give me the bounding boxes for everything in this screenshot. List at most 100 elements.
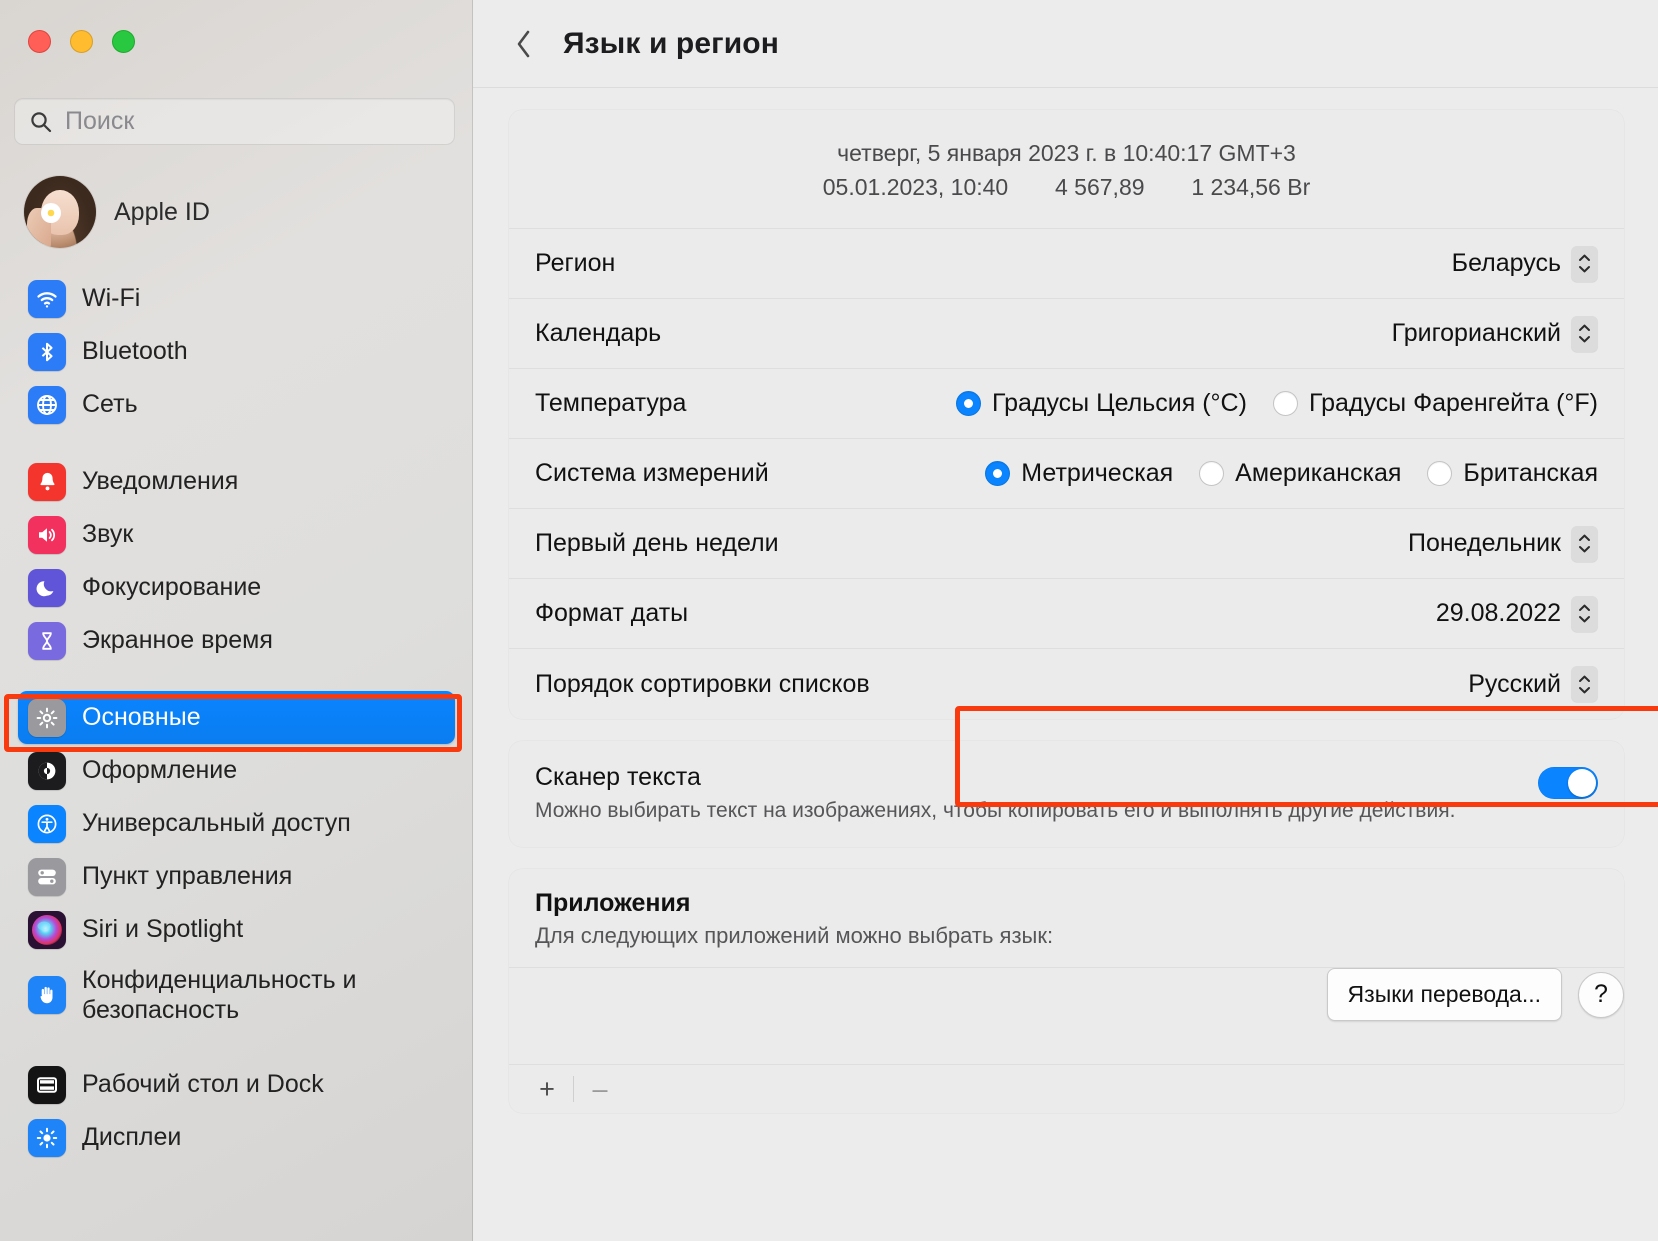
sidebar-item-control-center[interactable]: Пункт управления: [18, 850, 455, 903]
appearance-icon: [28, 751, 66, 790]
row-measurement-system: Система измерений Метрическая Американск…: [509, 439, 1624, 510]
sidebar-item-displays[interactable]: Дисплеи: [18, 1111, 455, 1164]
sidebar-item-label: Звук: [82, 520, 134, 549]
chevron-left-icon[interactable]: [507, 24, 541, 64]
search-icon: [29, 110, 53, 134]
sidebar-item-appearance[interactable]: Оформление: [18, 744, 455, 797]
radio-label: Градусы Цельсия (°C): [991, 389, 1247, 418]
radio-fahrenheit[interactable]: Градусы Фаренгейта (°F): [1272, 389, 1598, 418]
close-button[interactable]: [28, 30, 51, 53]
applications-header: Приложения Для следующих приложений можн…: [509, 869, 1624, 969]
sidebar-item-desktop-dock[interactable]: Рабочий стол и Dock: [18, 1058, 455, 1111]
radio-button[interactable]: [985, 461, 1011, 487]
sidebar-item-bluetooth[interactable]: Bluetooth: [18, 325, 455, 378]
wifi-icon: [28, 279, 66, 318]
radio-celsius[interactable]: Градусы Цельсия (°C): [955, 389, 1247, 418]
traffic-lights: [28, 30, 135, 53]
moon-icon: [28, 568, 66, 607]
content-area: четверг, 5 января 2023 г. в 10:40:17 GMT…: [473, 88, 1658, 1114]
radio-button[interactable]: [1272, 391, 1298, 417]
minimize-button[interactable]: [70, 30, 93, 53]
brightness-icon: [28, 1118, 66, 1157]
zoom-button[interactable]: [112, 30, 135, 53]
row-label: Регион: [535, 249, 616, 278]
sidebar-item-general[interactable]: Основные: [18, 691, 455, 744]
apple-id-row[interactable]: Apple ID: [18, 176, 448, 248]
sidebar-item-wifi[interactable]: Wi-Fi: [18, 272, 455, 325]
remove-application-button[interactable]: –: [580, 1069, 620, 1109]
radio-button[interactable]: [1427, 461, 1453, 487]
radio-label: Американская: [1235, 459, 1402, 488]
search-input[interactable]: [65, 107, 440, 136]
search-field[interactable]: [14, 98, 455, 145]
sidebar-item-label: Siri и Spotlight: [82, 915, 244, 944]
row-label: Первый день недели: [535, 529, 779, 558]
sidebar-item-label: Wi-Fi: [82, 284, 141, 313]
page-title: Язык и регион: [563, 26, 779, 60]
row-list-sort-order[interactable]: Порядок сортировки списков Русский: [509, 649, 1624, 719]
sidebar-item-network[interactable]: Сеть: [18, 378, 455, 431]
sidebar-item-accessibility[interactable]: Универсальный доступ: [18, 797, 455, 850]
temperature-radio-group: Градусы Цельсия (°C) Градусы Фаренгейта …: [955, 389, 1598, 418]
chevron-updown-icon[interactable]: [1571, 666, 1598, 703]
applications-title: Приложения: [535, 889, 691, 918]
siri-icon: [28, 910, 66, 949]
desktop-dock-icon: [28, 1065, 66, 1104]
row-label: Формат даты: [535, 599, 689, 628]
row-label: Порядок сортировки списков: [535, 669, 870, 698]
preview-currency: 1 234,56 Br: [1191, 174, 1311, 201]
row-value: Беларусь: [1451, 249, 1561, 278]
sidebar-item-label: Основные: [82, 703, 201, 732]
row-value: Русский: [1468, 669, 1561, 698]
row-value: Григорианский: [1391, 319, 1561, 348]
row-first-weekday[interactable]: Первый день недели Понедельник: [509, 509, 1624, 580]
chevron-updown-icon[interactable]: [1571, 595, 1598, 632]
chevron-updown-icon[interactable]: [1571, 315, 1598, 352]
row-value: Понедельник: [1407, 529, 1561, 558]
preview-line-1: четверг, 5 января 2023 г. в 10:40:17 GMT…: [837, 140, 1296, 166]
radio-label: Британская: [1463, 459, 1598, 488]
hand-icon: [28, 976, 66, 1014]
speaker-icon: [28, 515, 66, 554]
preview-line-2: 05.01.2023, 10:40 4 567,89 1 234,56 Br: [509, 170, 1624, 204]
row-date-format[interactable]: Формат даты 29.08.2022: [509, 579, 1624, 650]
text-scanner-card: Сканер текста Можно выбирать текст на из…: [509, 741, 1624, 848]
sidebar-item-siri-spotlight[interactable]: Siri и Spotlight: [18, 903, 455, 956]
row-region[interactable]: Регион Беларусь: [509, 229, 1624, 300]
sidebar-item-label: Пункт управления: [82, 862, 293, 891]
apple-id-label: Apple ID: [114, 197, 210, 226]
sidebar-item-sound[interactable]: Звук: [18, 508, 455, 561]
sidebar-item-privacy-security[interactable]: Конфиденциальность и безопасность: [18, 956, 455, 1034]
row-calendar[interactable]: Календарь Григорианский: [509, 299, 1624, 370]
radio-label: Градусы Фаренгейта (°F): [1308, 389, 1598, 418]
add-application-button[interactable]: +: [527, 1069, 567, 1109]
radio-us[interactable]: Американская: [1199, 459, 1401, 488]
text-scanner-title: Сканер текста: [535, 763, 701, 792]
radio-button[interactable]: [1199, 461, 1225, 487]
nav-group-general: Основные Оформление Универсальный доступ…: [0, 691, 473, 1034]
radio-button[interactable]: [955, 391, 981, 417]
applications-toolbar: + –: [509, 1065, 1624, 1113]
system-settings-window: Apple ID Wi-Fi: [0, 0, 1658, 1241]
radio-metric[interactable]: Метрическая: [985, 459, 1173, 488]
hourglass-icon: [28, 621, 66, 660]
row-label: Температура: [535, 389, 687, 418]
sidebar-item-notifications[interactable]: Уведомления: [18, 455, 455, 508]
chevron-updown-icon[interactable]: [1571, 525, 1598, 562]
main-panel: Язык и регион четверг, 5 января 2023 г. …: [473, 0, 1658, 1241]
avatar: [24, 176, 96, 248]
text-scanner-toggle[interactable]: [1538, 767, 1598, 800]
nav-group-system: Уведомления Звук Фокусирование Экранное …: [0, 455, 473, 667]
sidebar-item-label: Оформление: [82, 756, 238, 785]
nav-group-connectivity: Wi-Fi Bluetooth Сеть: [0, 272, 473, 431]
sidebar-item-focus[interactable]: Фокусирование: [18, 561, 455, 614]
sidebar-item-screen-time[interactable]: Экранное время: [18, 614, 455, 667]
radio-uk[interactable]: Британская: [1427, 459, 1598, 488]
help-button[interactable]: ?: [1578, 971, 1624, 1018]
chevron-updown-icon[interactable]: [1571, 245, 1598, 282]
translation-languages-button[interactable]: Языки перевода...: [1326, 968, 1562, 1022]
row-label: Система измерений: [535, 459, 769, 488]
bluetooth-icon: [28, 332, 66, 371]
bell-icon: [28, 462, 66, 501]
radio-label: Метрическая: [1021, 459, 1174, 488]
